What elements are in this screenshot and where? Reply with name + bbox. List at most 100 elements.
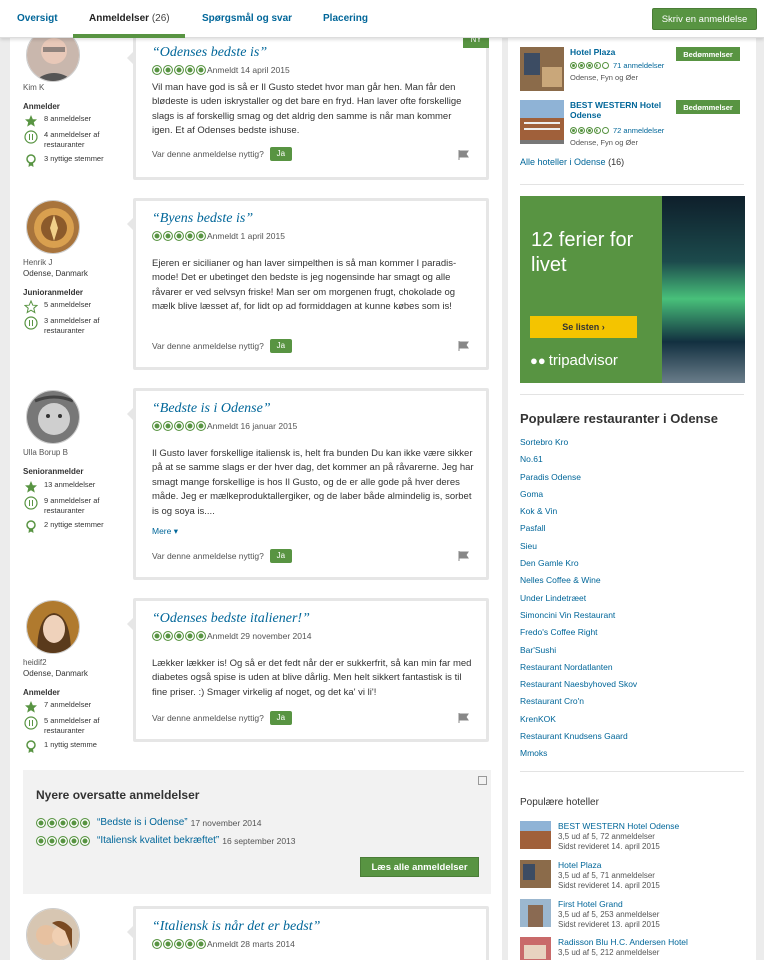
restaurant-link[interactable]: Restaurant Cro'n <box>520 693 637 710</box>
translated-review-link[interactable]: “Bedste is i Odense” <box>97 817 188 828</box>
stat-text: 3 anmeldelser af restauranter <box>44 316 100 335</box>
ratings-button[interactable]: Bedømmelser <box>676 100 740 114</box>
reviewer-name[interactable]: Kim K <box>23 83 44 92</box>
tab-questions[interactable]: Spørgsmål og svar <box>202 13 292 24</box>
restaurant-link[interactable]: Den Gamle Kro <box>520 555 637 572</box>
restaurant-link[interactable]: Simoncini Vin Restaurant <box>520 607 637 624</box>
review-title[interactable]: “Odenses bedste is” <box>152 45 267 61</box>
star-outline-icon <box>24 300 38 314</box>
avatar[interactable] <box>26 38 80 82</box>
reviewer-name[interactable]: heidif2 <box>23 658 47 667</box>
tab-reviews-count: (26) <box>151 13 170 24</box>
hotel-name-link[interactable]: Hotel Plaza <box>558 860 601 870</box>
hotel-review-count[interactable]: 72 anmeldelser <box>613 126 664 135</box>
reviewer-location: Odense, Danmark <box>23 669 88 678</box>
hotel-name-link[interactable]: BEST WESTERN Hotel Odense <box>570 100 674 120</box>
hotel-name-link[interactable]: Radisson Blu H.C. Andersen Hotel <box>558 937 688 947</box>
review-title[interactable]: “Byens bedste is” <box>152 211 253 227</box>
review-title[interactable]: “Italiensk is når det er bedst” <box>152 919 320 935</box>
stat-text: 5 anmeldelser <box>44 300 92 309</box>
ad-logo-text: tripadvisor <box>548 352 618 369</box>
stat-text: 9 anmeldelser af restauranter <box>44 496 100 515</box>
hotel-name-link[interactable]: Hotel Plaza <box>570 47 674 57</box>
hotel-thumbnail[interactable] <box>520 100 564 144</box>
hotel-review-count[interactable]: 71 anmeldelser <box>613 61 664 70</box>
helpful-prompt: Var denne anmeldelse nyttig? Ja <box>152 711 292 725</box>
helpful-yes-button[interactable]: Ja <box>269 711 292 725</box>
tab-overview[interactable]: Oversigt <box>17 13 58 24</box>
restaurant-link[interactable]: Sieu <box>520 538 637 555</box>
restaurant-link[interactable]: KrenKOK <box>520 711 637 728</box>
restaurant-link[interactable]: Mmoks <box>520 745 637 762</box>
aurora-image <box>662 196 745 383</box>
restaurant-link[interactable]: Pasfall <box>520 520 637 537</box>
reviewer-name[interactable]: Henrik J <box>23 258 52 267</box>
avatar[interactable] <box>26 908 80 960</box>
popular-restaurants-title: Populære restauranter i Odense <box>520 411 718 426</box>
review-title[interactable]: “Odenses bedste italiener!” <box>152 611 310 627</box>
translated-reviews-title: Nyere oversatte anmeldelser <box>36 788 200 802</box>
reviews-column: Kim K Anmelder 8 anmeldelser 4 anmeldels… <box>10 38 502 960</box>
review-count-stat: 7 anmeldelser <box>24 700 134 714</box>
restaurant-link[interactable]: Under Lindetræet <box>520 590 637 607</box>
rating-bubbles <box>152 631 207 641</box>
restaurant-link[interactable]: Restaurant Nordatlanten <box>520 659 637 676</box>
read-all-reviews-button[interactable]: Læs alle anmeldelser <box>360 857 479 877</box>
hotel-location: Odense, Fyn og Øer <box>570 73 638 82</box>
restaurant-link[interactable]: Goma <box>520 486 637 503</box>
helpful-yes-button[interactable]: Ja <box>269 339 292 353</box>
helpful-yes-button[interactable]: Ja <box>269 549 292 563</box>
restaurant-link[interactable]: Restaurant Knudsens Gaard <box>520 728 637 745</box>
stat-text: 7 anmeldelser <box>44 700 92 709</box>
stat-text: 4 anmeldelser af restauranter <box>44 130 100 149</box>
hotel-name-link[interactable]: First Hotel Grand <box>558 899 623 909</box>
review-title[interactable]: “Bedste is i Odense” <box>152 401 271 417</box>
hotel-thumbnail[interactable] <box>520 47 564 91</box>
tab-reviews-label: Anmeldelser <box>89 13 150 24</box>
ratings-button[interactable]: Bedømmelser <box>676 47 740 61</box>
hotel-thumbnail[interactable] <box>520 937 551 960</box>
avatar[interactable] <box>26 600 80 654</box>
ad-cta-button[interactable]: Se listen › <box>530 316 637 338</box>
restaurant-link[interactable]: Paradis Odense <box>520 469 637 486</box>
reviewer-name[interactable]: Ulla Borup B <box>23 448 68 457</box>
restaurant-link[interactable]: No.61 <box>520 451 637 468</box>
advertisement-banner[interactable]: 12 ferier for livet Se listen › ●● tripad… <box>520 196 745 383</box>
hotel-rating: 71 anmeldelser <box>570 61 664 70</box>
restaurant-link[interactable]: Sortebro Kro <box>520 434 637 451</box>
restaurant-review-stat: 4 anmeldelser af restauranter <box>24 130 134 150</box>
translated-review-link[interactable]: “Italiensk kvalitet bekræftet” <box>97 835 219 846</box>
restaurant-link[interactable]: Nelles Coffee & Wine <box>520 572 637 589</box>
new-badge: NY <box>463 38 489 48</box>
tab-reviews[interactable]: Anmeldelser (26) <box>89 13 170 24</box>
active-tab-indicator <box>73 34 185 38</box>
avatar[interactable] <box>26 390 80 444</box>
tripadvisor-logo: ●● tripadvisor <box>530 352 618 369</box>
flag-icon[interactable] <box>458 341 470 351</box>
restaurant-link[interactable]: Kok & Vin <box>520 503 637 520</box>
review-date: Anmeldt 29 november 2014 <box>207 631 312 641</box>
restaurant-link[interactable]: Fredo's Coffee Right <box>520 624 637 641</box>
rating-bubbles <box>152 231 207 241</box>
tab-location[interactable]: Placering <box>323 13 368 24</box>
flag-icon[interactable] <box>458 713 470 723</box>
flag-icon[interactable] <box>458 150 470 160</box>
stat-text: 8 anmeldelser <box>44 114 92 123</box>
star-icon <box>25 115 37 127</box>
write-review-button[interactable]: Skriv en anmeldelse <box>652 8 757 30</box>
hotel-thumbnail[interactable] <box>520 899 551 927</box>
avatar[interactable] <box>26 200 80 254</box>
helpful-yes-button[interactable]: Ja <box>269 147 292 161</box>
hotel-thumbnail[interactable] <box>520 821 551 849</box>
restaurant-link[interactable]: Restaurant Naesbyhoved Skov <box>520 676 637 693</box>
review-text: Ejeren er sicilianer og han laver simpel… <box>152 258 457 313</box>
popular-hotel-item: Hotel Plaza 3,5 ud af 5, 71 anmeldelser … <box>520 860 750 896</box>
hotel-thumbnail[interactable] <box>520 860 551 888</box>
read-more-link[interactable]: Mere ▾ <box>152 526 178 537</box>
restaurant-link[interactable]: Bar'Sushi <box>520 642 637 659</box>
flag-icon[interactable] <box>458 551 470 561</box>
all-hotels-link[interactable]: Alle hoteller i Odense (16) <box>520 157 624 167</box>
ad-info-icon[interactable] <box>478 776 487 785</box>
stat-text: 2 nyttige stemmer <box>44 520 104 529</box>
hotel-name-link[interactable]: BEST WESTERN Hotel Odense <box>558 821 679 831</box>
